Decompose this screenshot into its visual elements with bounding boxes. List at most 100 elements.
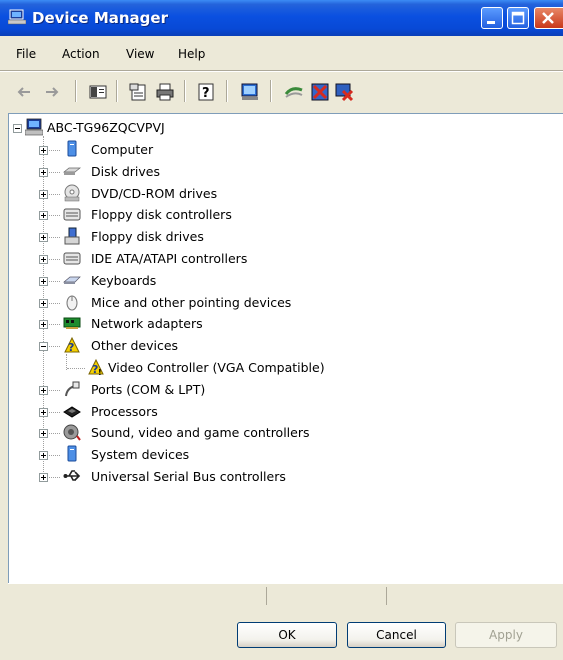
expand-toggle[interactable] [39,408,48,417]
toolbar-separator [184,80,186,102]
node-label: Network adapters [91,316,203,331]
status-pane [266,587,387,605]
close-icon [542,12,554,24]
tree-node[interactable]: IDE ATA/ATAPI controllers [9,249,549,269]
tree-node[interactable]: Floppy disk controllers [9,205,549,225]
tree-node[interactable]: Mice and other pointing devices [9,293,549,313]
print-icon[interactable] [155,82,175,102]
toolbar-separator [226,80,228,102]
node-label: Video Controller (VGA Compatible) [108,360,325,375]
node-label: Floppy disk controllers [91,207,232,222]
processor-icon [63,406,81,418]
properties-icon[interactable] [128,82,148,102]
node-label: Ports (COM & LPT) [91,382,206,397]
usb-icon [63,470,81,481]
tree-connector [67,368,85,369]
node-label: IDE ATA/ATAPI controllers [91,251,248,266]
svg-text:!: ! [98,368,102,376]
forward-arrow-icon[interactable] [42,82,62,102]
tree-child-node[interactable]: ?! Video Controller (VGA Compatible) [9,358,549,378]
expand-toggle[interactable] [39,429,48,438]
svg-text:?: ? [202,86,210,101]
collapse-toggle[interactable] [13,124,22,133]
menu-bar: File Action View Help [0,44,563,66]
floppy-drive-icon [64,227,80,245]
tree-root[interactable]: ABC-TG96ZQCVPVJ [9,118,549,138]
warning-device-icon: ?! [88,358,104,376]
expand-toggle[interactable] [39,211,48,220]
apply-button[interactable]: Apply [455,622,557,648]
minimize-button[interactable] [481,7,503,29]
controller-icon [63,252,81,265]
menu-view[interactable]: View [126,47,154,61]
node-label: Keyboards [91,273,157,288]
tree-node[interactable]: Ports (COM & LPT) [9,380,549,400]
show-hide-tree-icon[interactable] [88,82,108,102]
disable-device-icon[interactable] [310,82,330,102]
expand-toggle[interactable] [39,146,48,155]
tree-node[interactable]: Network adapters [9,314,549,334]
sound-icon [63,424,81,441]
computer-root-icon [25,118,43,136]
menu-divider [0,70,563,72]
close-button[interactable] [534,7,563,29]
node-label: Computer [91,142,154,157]
disk-drive-icon [63,167,81,175]
scan-hardware-icon[interactable] [240,82,260,102]
tree-node[interactable]: DVD/CD-ROM drives [9,184,549,204]
uninstall-device-icon[interactable] [334,82,354,102]
port-icon [65,381,80,397]
node-label: Processors [91,404,158,419]
expand-toggle[interactable] [39,299,48,308]
maximize-icon [511,11,525,25]
tree-node[interactable]: Universal Serial Bus controllers [9,467,549,487]
maximize-button[interactable] [507,7,529,29]
help-icon[interactable]: ? [196,82,216,102]
expand-toggle[interactable] [39,473,48,482]
cancel-button[interactable]: Cancel [347,622,446,648]
computer-icon [67,140,77,157]
tree-node[interactable]: Sound, video and game controllers [9,423,549,443]
controller-icon [63,208,81,221]
expand-toggle[interactable] [39,386,48,395]
status-pane [386,587,557,605]
window-title: Device Manager [32,9,168,27]
expand-toggle[interactable] [39,168,48,177]
update-driver-icon[interactable] [284,82,304,102]
node-label: Mice and other pointing devices [91,295,292,310]
title-bar[interactable]: Device Manager [0,0,563,36]
expand-toggle[interactable] [39,451,48,460]
menu-action[interactable]: Action [62,47,100,61]
toolbar: ? [0,74,563,108]
tree-node[interactable]: Computer [9,140,549,160]
ok-button[interactable]: OK [237,622,337,648]
svg-text:?: ? [68,341,74,354]
status-bar [8,583,563,608]
expand-toggle[interactable] [39,190,48,199]
back-arrow-icon[interactable] [14,82,34,102]
node-label: Universal Serial Bus controllers [91,469,286,484]
expand-toggle[interactable] [39,320,48,329]
mouse-icon [66,295,78,311]
cdrom-icon [64,184,80,202]
tree-node[interactable]: Floppy disk drives [9,227,549,247]
expand-toggle[interactable] [39,255,48,264]
menu-help[interactable]: Help [178,47,205,61]
menu-file[interactable]: File [16,47,36,61]
node-label: Floppy disk drives [91,229,204,244]
tree-node[interactable]: Processors [9,402,549,422]
tree-node[interactable]: System devices [9,445,549,465]
collapse-toggle[interactable] [39,342,48,351]
tree-node-expanded[interactable]: ? Other devices [9,336,549,356]
node-label: DVD/CD-ROM drives [91,186,218,201]
tree-node[interactable]: Keyboards [9,271,549,291]
expand-toggle[interactable] [39,233,48,242]
tree-node[interactable]: Disk drives [9,162,549,182]
computer-name: ABC-TG96ZQCVPVJ [47,120,165,135]
device-tree[interactable]: ABC-TG96ZQCVPVJ Computer Disk drives DVD… [8,113,563,583]
keyboard-icon [63,276,81,284]
expand-toggle[interactable] [39,277,48,286]
toolbar-separator [116,80,118,102]
system-icon [67,445,77,462]
network-card-icon [63,317,81,329]
